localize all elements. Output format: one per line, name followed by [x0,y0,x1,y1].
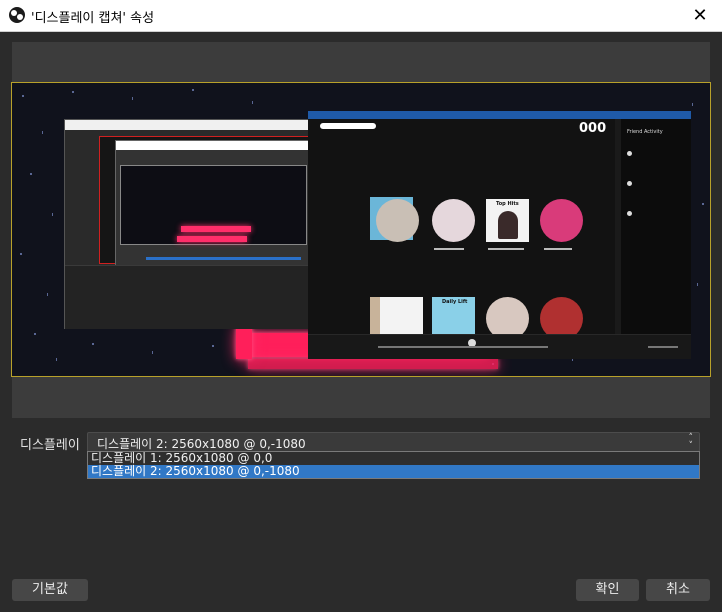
caption-line [434,248,464,250]
cover-label: Daily Lift [442,299,468,305]
close-icon[interactable]: ✕ [678,0,722,31]
artist-cover [432,199,475,242]
title-bar: '디스플레이 캡쳐' 속성 ✕ [0,0,722,32]
artist-cover [540,199,583,242]
obs-icon [9,7,25,23]
volume-bar [648,346,678,348]
caption-line [488,248,524,250]
album-cover-top-hits: Top Hits [486,199,529,242]
neon-step [248,359,498,369]
display-select[interactable]: 디스플레이 2: 2560x1080 @ 0,-1080 ˄ ˅ [87,432,700,452]
ok-button[interactable]: 확인 [576,579,639,601]
friend-activity-panel: Friend Activity [621,119,691,335]
updown-chevron-icon: ˄ ˅ [688,433,694,451]
display-label: 디스플레이 [20,438,80,453]
capture-preview: 000 Friend Activity Top Hits Daily Lift [11,82,711,377]
artist-cover [376,199,419,242]
friend-avatar [627,151,632,156]
cover-label: Top Hits [496,201,519,207]
display-option-2[interactable]: 디스플레이 2: 2560x1080 @ 0,-1080 [88,465,699,478]
notification-badge: 000 [579,121,607,136]
neon-pillar [236,327,252,359]
cover-portrait [498,211,518,239]
caption-line [544,248,572,250]
window-title: '디스플레이 캡쳐' 속성 [31,11,155,26]
nested-title-bar [116,141,309,150]
spotify-search [320,123,376,129]
spotify-titlebar [308,111,691,119]
display-select-value: 디스플레이 2: 2560x1080 @ 0,-1080 [97,437,306,451]
friend-activity-title: Friend Activity [627,129,663,135]
nested-neon [177,236,247,242]
nested-inner-preview [120,165,307,245]
spotify-capture: 000 Friend Activity Top Hits Daily Lift [308,111,691,359]
display-dropdown-list: 디스플레이 1: 2560x1080 @ 0,0 디스플레이 2: 2560x1… [87,451,700,479]
cancel-button[interactable]: 취소 [646,579,710,601]
spotify-player-bar [308,334,691,359]
friend-avatar [627,211,632,216]
nested-selection-bar [146,257,301,260]
defaults-button[interactable]: 기본값 [12,579,88,601]
mini-neon [181,226,251,232]
friend-avatar [627,181,632,186]
playback-progress [378,346,548,348]
